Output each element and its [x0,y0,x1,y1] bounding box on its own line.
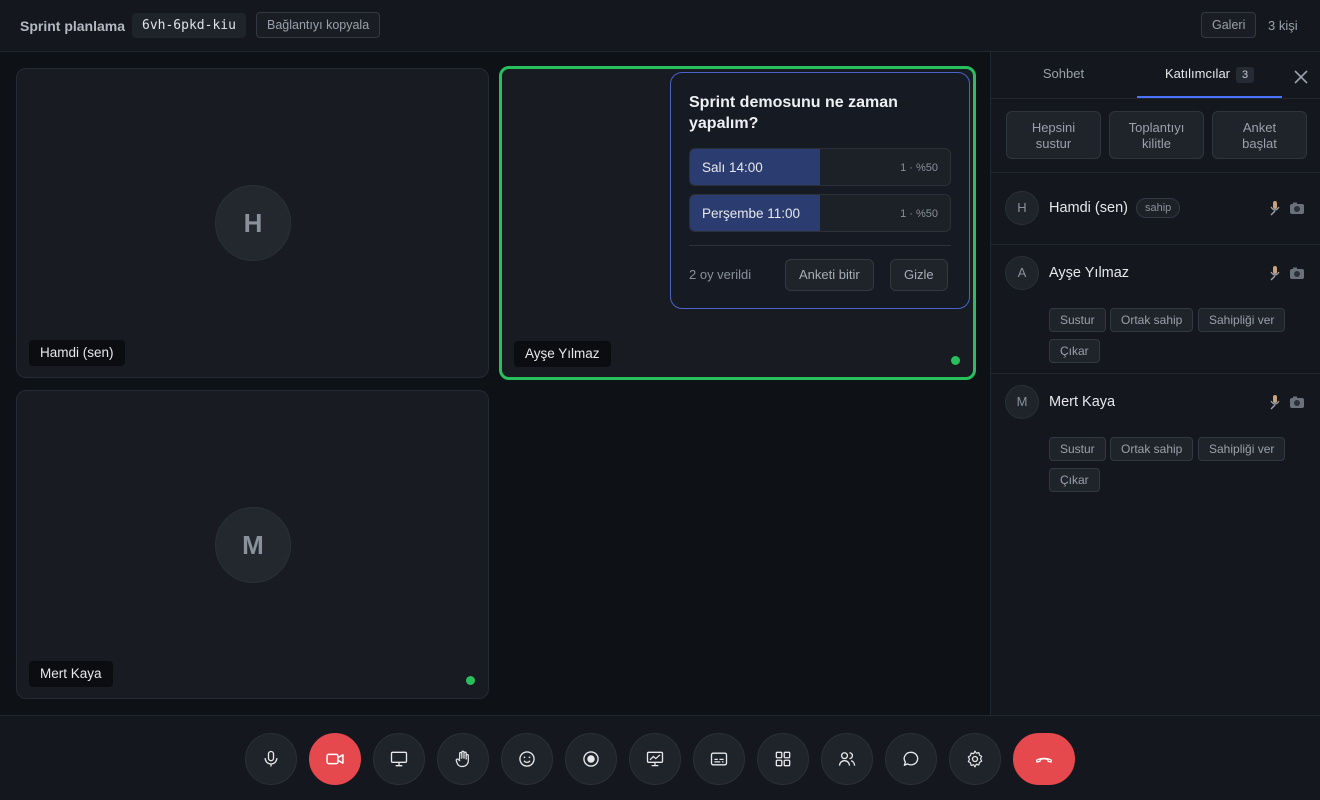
tab-label: Katılımcılar [1164,66,1230,81]
leave-call-button[interactable] [1013,733,1075,785]
avatar: H [1005,191,1039,225]
avatar: M [1005,385,1039,419]
divider [689,245,951,246]
layout-grid-icon [775,751,791,767]
raise-hand-button[interactable] [437,733,489,785]
whiteboard-button[interactable] [629,733,681,785]
camera-icon [1290,202,1304,214]
layout-button[interactable] [757,733,809,785]
chat-icon [903,751,919,766]
participant-status [1267,200,1307,216]
owner-badge: sahip [1136,198,1181,218]
button-label: Anket [1242,120,1277,135]
start-poll-button[interactable]: Anket başlat [1212,111,1307,159]
captions-button[interactable] [693,733,745,785]
poll-option[interactable]: Salı 14:00 1 · %50 [689,148,951,186]
remove-participant-button[interactable]: Çıkar [1049,339,1100,363]
tab-chat[interactable]: Sohbet [991,52,1136,98]
divider [991,172,1320,173]
mute-participant-button[interactable]: Sustur [1049,308,1106,332]
top-bar: Sprint planlama 6vh-6pkd-kiu Bağlantıyı … [0,0,1320,52]
divider [991,373,1320,374]
whiteboard-icon [646,751,664,767]
camera-off-icon [326,753,344,765]
meeting-code: 6vh-6pkd-kiu [132,13,246,38]
poll-option-stat: 1 · %50 [900,208,938,220]
camera-toggle-button[interactable] [309,733,361,785]
tile-name-label: Mert Kaya [29,661,113,687]
speaking-indicator [951,356,960,365]
button-label: sustur [1035,136,1072,151]
participant-count: 3 kişi [1268,18,1298,33]
participants-icon [838,752,856,766]
tile-name-label: Hamdi (sen) [29,340,125,366]
chat-button[interactable] [885,733,937,785]
screen-share-icon [390,751,408,767]
make-cohost-button[interactable]: Ortak sahip [1110,437,1194,461]
participant-name: Hamdi (sen) [1049,200,1128,216]
poll-option-stat: 1 · %50 [900,162,938,174]
tab-participants[interactable]: Katılımcılar 3 [1137,52,1282,98]
end-poll-button[interactable]: Anketi bitir [785,259,874,291]
camera-icon [1290,396,1304,408]
record-icon [583,751,599,767]
reactions-button[interactable] [501,733,553,785]
video-tile-mert[interactable]: M Mert Kaya [16,390,489,699]
avatar: A [1005,256,1039,290]
participant-status [1267,265,1307,281]
control-bar [0,715,1320,800]
hang-up-icon [1035,757,1053,763]
raise-hand-icon [455,750,469,768]
button-label: başlat [1242,136,1277,151]
avatar: H [215,185,291,261]
divider [991,98,1320,99]
microphone-icon [264,750,278,767]
video-tile-hamdi[interactable]: H Hamdi (sen) [16,68,489,378]
make-cohost-button[interactable]: Ortak sahip [1110,308,1194,332]
hide-poll-button[interactable]: Gizle [890,259,948,291]
divider [991,244,1320,245]
avatar: M [215,507,291,583]
tile-name-label: Ayşe Yılmaz [514,341,611,367]
settings-icon [967,750,983,768]
button-label: Toplantıyı [1128,120,1185,135]
participant-name: Ayşe Yılmaz [1049,265,1130,281]
emoji-icon [519,751,535,767]
poll-card: Sprint demosunu ne zaman yapalım? Salı 1… [670,72,970,309]
participants-sidebar: Sohbet Katılımcılar 3 Hepsini sustur Topla… [990,52,1320,715]
transfer-host-button[interactable]: Sahipliği ver [1198,308,1286,332]
tab-label: Sohbet [1042,66,1085,81]
microphone-button[interactable] [245,733,297,785]
participant-name: Mert Kaya [1049,394,1116,410]
button-label: Hepsini [1031,120,1076,135]
copy-link-button[interactable]: Bağlantıyı kopyala [256,12,381,38]
tab-count-badge: 3 [1236,67,1254,83]
microphone-icon [1270,395,1280,410]
mute-all-button[interactable]: Hepsini sustur [1006,111,1101,159]
transfer-host-button[interactable]: Sahipliği ver [1198,437,1286,461]
settings-button[interactable] [949,733,1001,785]
poll-question: Sprint demosunu ne zaman yapalım? [689,94,898,132]
poll-option[interactable]: Perşembe 11:00 1 · %50 [689,194,951,232]
poll-option-label: Perşembe 11:00 [702,206,801,221]
captions-icon [710,752,728,766]
meeting-title: Sprint planlama [20,18,126,34]
participant-status [1267,394,1307,410]
lock-meeting-button[interactable]: Toplantıyı kilitle [1109,111,1204,159]
speaking-indicator [466,676,475,685]
poll-option-label: Salı 14:00 [702,160,763,175]
microphone-icon [1270,266,1280,281]
screen-share-button[interactable] [373,733,425,785]
participants-button[interactable] [821,733,873,785]
layout-toggle-button[interactable]: Galeri [1201,12,1257,38]
microphone-icon [1270,201,1280,216]
record-button[interactable] [565,733,617,785]
poll-vote-count: 2 oy verildi [689,267,752,282]
close-icon[interactable] [1289,65,1313,89]
mute-participant-button[interactable]: Sustur [1049,437,1106,461]
camera-icon [1290,267,1304,279]
remove-participant-button[interactable]: Çıkar [1049,468,1100,492]
button-label: kilitle [1142,136,1171,151]
